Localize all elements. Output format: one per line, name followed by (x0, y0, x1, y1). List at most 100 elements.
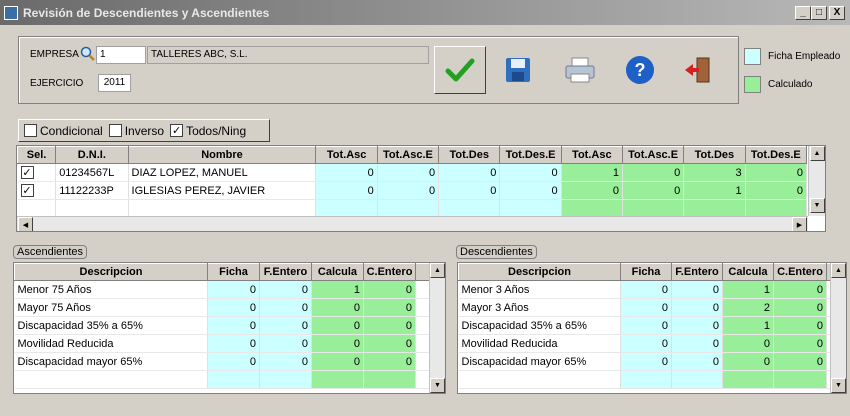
save-button[interactable] (492, 46, 544, 94)
accept-button[interactable] (434, 46, 486, 94)
descendientes-table: Descripcion Ficha F.Entero Calcula C.Entero … (457, 262, 847, 394)
scroll-up-button[interactable]: ▲ (831, 263, 846, 278)
descendientes-vscroll[interactable]: ▲ ▼ (830, 263, 846, 393)
column-header[interactable]: Sel. (17, 146, 57, 164)
scroll-up-button[interactable]: ▲ (809, 146, 825, 161)
value-cell: 0 (671, 352, 723, 371)
row-select-checkbox[interactable]: ✓ (17, 181, 57, 200)
table-row[interactable]: Discapacidad 35% a 65% 0 0 0 0 (14, 316, 430, 335)
empty-cell (671, 370, 723, 389)
column-header[interactable]: Tot.Asc (560, 146, 623, 164)
value-cell: 2 (722, 298, 774, 317)
column-header[interactable]: Tot.Asc (315, 146, 378, 164)
column-header[interactable]: F.Entero (259, 263, 312, 281)
filter-bar: Condicional Inverso ✓ Todos/Ning (18, 119, 270, 142)
help-button[interactable]: ? (614, 46, 666, 94)
column-header[interactable]: Tot.Asc.E (376, 146, 440, 164)
window-title: Revisión de Descendientes y Ascendientes (23, 5, 270, 20)
table-row[interactable]: Movilidad Reducida 0 0 0 0 (458, 334, 831, 353)
value-cell: 0 (722, 352, 774, 371)
column-header[interactable]: Nombre (127, 146, 317, 164)
filler-cell (415, 352, 430, 371)
table-row[interactable]: ✓ 01234567L DIAZ LOPEZ, MANUEL 0 0 0 0 1 0 3 0 (17, 163, 808, 182)
column-header[interactable]: D.N.I. (55, 146, 129, 164)
table-row[interactable]: Discapacidad mayor 65% 0 0 0 0 (458, 352, 831, 371)
empresa-code-input[interactable]: 1 (96, 46, 146, 64)
value-cell: 0 (311, 334, 364, 353)
exit-button[interactable] (672, 46, 724, 94)
print-button[interactable] (554, 46, 606, 94)
scroll-up-button[interactable]: ▲ (430, 263, 445, 278)
floppy-disk-icon (506, 58, 530, 82)
empty-cell (128, 199, 317, 218)
checkmark-icon (445, 58, 475, 82)
scroll-down-button[interactable]: ▼ (809, 198, 825, 213)
table-row[interactable]: Discapacidad mayor 65% 0 0 0 0 (14, 352, 430, 371)
descripcion-cell: Menor 3 Años (458, 280, 621, 299)
scroll-down-button[interactable]: ▼ (831, 378, 846, 393)
column-header[interactable]: C.Entero (773, 263, 827, 281)
printer-icon (565, 57, 595, 83)
column-header[interactable]: Ficha (207, 263, 260, 281)
column-header[interactable]: Descripcion (458, 263, 621, 281)
condicional-checkbox[interactable]: Condicional (24, 124, 103, 138)
scroll-right-button[interactable]: ▶ (792, 217, 807, 231)
employees-hscroll[interactable]: ◀ ▶ (17, 216, 808, 231)
table-row[interactable]: Movilidad Reducida 0 0 0 0 (14, 334, 430, 353)
table-row[interactable]: Mayor 3 Años 0 0 2 0 (458, 298, 831, 317)
row-select-checkbox[interactable]: ✓ (17, 163, 57, 182)
filler-cell (415, 316, 430, 335)
column-header[interactable]: Calcula (722, 263, 774, 281)
column-header[interactable]: Tot.Des (683, 146, 746, 164)
employees-vscroll[interactable]: ▲ ▼ (808, 146, 825, 216)
descripcion-cell: Mayor 3 Años (458, 298, 621, 317)
empty-cell (377, 199, 440, 218)
filler-cell (415, 298, 430, 317)
nombre-cell: IGLESIAS PEREZ, JAVIER (128, 181, 317, 200)
ejercicio-input[interactable]: 2011 (98, 74, 131, 92)
table-row[interactable]: Discapacidad 35% a 65% 0 0 1 0 (458, 316, 831, 335)
close-button[interactable]: X (829, 6, 845, 20)
exit-door-icon (685, 57, 710, 83)
column-header[interactable]: Tot.Des.E (744, 146, 808, 164)
value-cell: 0 (438, 181, 501, 200)
value-cell: 0 (773, 298, 827, 317)
inverso-checkbox[interactable]: Inverso (108, 124, 164, 138)
value-cell: 0 (671, 280, 723, 299)
todos-checkbox[interactable]: ✓ Todos/Ning (170, 124, 246, 138)
checkbox[interactable]: ✓ (20, 166, 34, 179)
checkbox[interactable]: ✓ (20, 184, 34, 197)
maximize-button[interactable]: □ (811, 6, 827, 20)
column-header[interactable]: Tot.Des.E (499, 146, 562, 164)
dni-cell: 11122233P (55, 181, 129, 200)
table-row[interactable]: Menor 75 Años 0 0 1 0 (14, 280, 430, 299)
column-header[interactable]: Tot.Des (438, 146, 501, 164)
table-row[interactable]: Mayor 75 Años 0 0 0 0 (14, 298, 430, 317)
empty-cell (415, 370, 430, 389)
value-cell: 0 (259, 334, 312, 353)
descripcion-cell: Mayor 75 Años (14, 298, 208, 317)
value-cell: 0 (438, 163, 501, 182)
column-header[interactable]: Calcula (311, 263, 364, 281)
value-cell: 0 (311, 298, 364, 317)
table-row[interactable]: ✓ 11122233P IGLESIAS PEREZ, JAVIER 0 0 0 0 0 0 1 0 (17, 181, 808, 200)
column-header[interactable]: Ficha (620, 263, 672, 281)
search-icon[interactable] (80, 46, 96, 65)
table-row[interactable]: Menor 3 Años 0 0 1 0 (458, 280, 831, 299)
descripcion-cell: Discapacidad 35% a 65% (14, 316, 208, 335)
empty-cell (14, 370, 208, 389)
column-header[interactable]: F.Entero (671, 263, 723, 281)
ascendientes-vscroll[interactable]: ▲ ▼ (429, 263, 445, 393)
legend-calculado-swatch (744, 76, 761, 93)
descripcion-cell: Movilidad Reducida (458, 334, 621, 353)
empty-cell (363, 370, 416, 389)
value-cell: 0 (315, 181, 378, 200)
value-cell: 0 (207, 298, 260, 317)
scroll-left-button[interactable]: ◀ (18, 217, 33, 231)
descripcion-cell: Discapacidad mayor 65% (458, 352, 621, 371)
column-header[interactable]: Tot.Asc.E (621, 146, 685, 164)
minimize-button[interactable]: _ (795, 6, 811, 20)
column-header[interactable]: Descripcion (14, 263, 208, 281)
column-header[interactable]: C.Entero (363, 263, 416, 281)
scroll-down-button[interactable]: ▼ (430, 378, 445, 393)
